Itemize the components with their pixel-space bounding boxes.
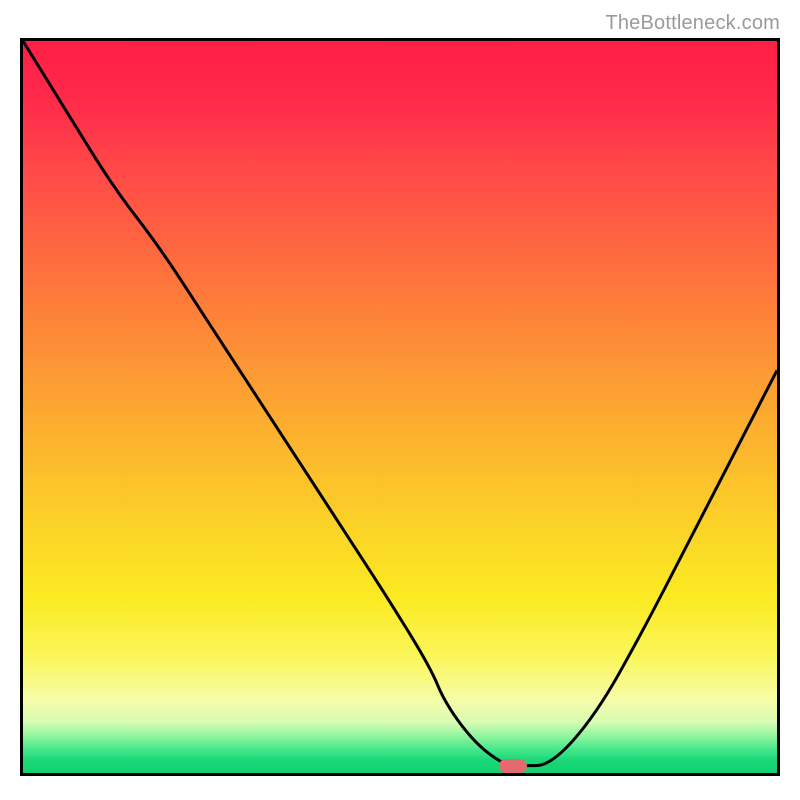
gradient-background <box>23 41 777 773</box>
plot-area <box>20 38 780 776</box>
watermark-text: TheBottleneck.com <box>605 12 780 35</box>
chart-container: TheBottleneck.com <box>0 0 800 800</box>
